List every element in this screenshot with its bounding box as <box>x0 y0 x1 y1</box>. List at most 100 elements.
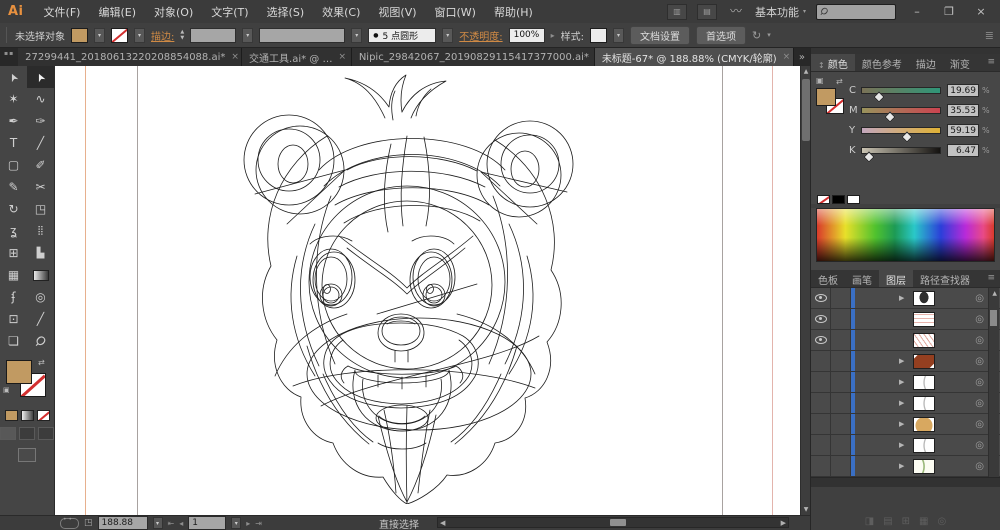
default-swatches-icon[interactable]: ▣ <box>816 76 824 85</box>
scissors-tool[interactable]: ✂ <box>27 176 54 198</box>
tab-pathfinder[interactable]: 路径查找器 <box>913 270 977 287</box>
black-value-field[interactable]: 6.47 <box>947 144 979 157</box>
none-swatch[interactable] <box>817 195 830 204</box>
expand-triangle-icon[interactable]: ▶ <box>899 462 911 470</box>
expand-triangle-icon[interactable]: ▶ <box>899 357 911 365</box>
line-segment-tool[interactable]: ╱ <box>27 132 54 154</box>
delete-layer-icon[interactable]: ▦ <box>919 516 928 527</box>
scroll-up-icon[interactable]: ▲ <box>992 290 997 297</box>
free-transform-tool[interactable]: ◳ <box>27 198 54 220</box>
expand-triangle-icon[interactable]: ▶ <box>899 441 911 449</box>
rotate-view-icon[interactable]: ↻ <box>752 29 761 42</box>
lock-cell[interactable] <box>831 309 851 329</box>
opacity-arrow-icon[interactable]: ▸ <box>551 31 555 40</box>
layer-target-icon[interactable]: ◎ <box>975 293 984 304</box>
slice-tool[interactable]: ╱ <box>27 308 54 330</box>
swap-colors-icon[interactable]: ⇄ <box>836 77 843 86</box>
lock-cell[interactable] <box>831 435 851 455</box>
last-artboard-icon[interactable]: ⇥ <box>255 519 262 528</box>
layer-thumbnail[interactable] <box>913 417 935 432</box>
layer-target-icon[interactable]: ◎ <box>975 440 984 451</box>
layer-row[interactable]: ▶ ◎ <box>811 393 1000 414</box>
slider-thumb[interactable] <box>864 151 875 162</box>
artboard-number-field[interactable]: 1 <box>188 516 226 530</box>
brush-definition-field[interactable]: ● 5 点圆形 <box>368 28 436 43</box>
workspace-switcher[interactable]: 基本功能 ▾ <box>755 4 806 20</box>
layer-thumbnail[interactable] <box>913 396 935 411</box>
layer-thumbnail[interactable] <box>913 375 935 390</box>
lock-cell[interactable] <box>831 393 851 413</box>
locate-object-icon[interactable]: ◎ <box>938 516 947 527</box>
first-artboard-icon[interactable]: ⇤ <box>168 519 175 528</box>
draw-inside-button[interactable] <box>38 427 54 440</box>
screen-mode-button[interactable] <box>18 448 36 462</box>
menu-view[interactable]: 视图(V) <box>369 4 425 20</box>
symbol-sprayer-tool[interactable]: ʓ <box>0 220 27 242</box>
fill-proxy-swatch[interactable] <box>816 88 836 106</box>
white-swatch[interactable] <box>847 195 860 204</box>
black-swatch[interactable] <box>832 195 845 204</box>
tab-brushes[interactable]: 画笔 <box>845 270 879 287</box>
none-mode-button[interactable] <box>37 410 50 421</box>
close-button[interactable]: × <box>970 5 992 18</box>
document-tab[interactable]: Nipic_29842067_20190829115417377000.ai* … <box>352 48 595 66</box>
arrange-documents-icon[interactable]: ▤ <box>697 4 717 20</box>
opacity-panel-link[interactable]: 不透明度: <box>459 28 502 43</box>
close-icon[interactable]: × <box>231 52 239 62</box>
tab-swatches[interactable]: 色板 <box>811 270 845 287</box>
visibility-toggle[interactable] <box>811 330 831 350</box>
cyan-value-field[interactable]: 19.69 <box>947 84 979 97</box>
zoom-level-field[interactable]: 188.88 <box>98 516 148 530</box>
rectangle-tool[interactable]: ▢ <box>0 154 27 176</box>
stroke-dropdown-icon[interactable]: ▾ <box>134 28 145 43</box>
visibility-toggle[interactable] <box>811 435 831 455</box>
layer-thumbnail[interactable] <box>913 354 935 369</box>
stroke-weight-stepper[interactable]: ▲▼ <box>180 30 184 41</box>
pencil-tool[interactable]: ✎ <box>0 176 27 198</box>
magenta-slider[interactable] <box>861 107 941 114</box>
gesture-icon[interactable]: 〰 <box>727 5 745 19</box>
status-options-button[interactable] <box>60 518 79 529</box>
stroke-weight-dropdown-icon[interactable]: ▾ <box>242 28 253 43</box>
search-input[interactable]: Ϙ <box>816 4 896 20</box>
new-sublayer-icon[interactable]: ▤ <box>883 516 892 527</box>
zoom-tool[interactable]: Ϙ <box>27 330 54 352</box>
tab-layers[interactable]: 图层 <box>879 270 913 287</box>
make-mask-icon[interactable]: ◨ <box>865 516 874 527</box>
app-logo[interactable]: Ai <box>0 4 35 19</box>
layer-thumbnail[interactable] <box>913 438 935 453</box>
layer-target-icon[interactable]: ◎ <box>975 356 984 367</box>
tab-gradient[interactable]: 渐变 <box>943 54 977 71</box>
layer-row[interactable]: ▶ ◎ <box>811 351 1000 372</box>
artboard-dropdown-icon[interactable]: ▾ <box>231 517 241 529</box>
menu-file[interactable]: 文件(F) <box>35 4 90 20</box>
menu-type[interactable]: 文字(T) <box>202 4 257 20</box>
lock-cell[interactable] <box>831 330 851 350</box>
layer-thumbnail[interactable] <box>913 459 935 474</box>
column-graph-tool[interactable]: ▙ <box>27 242 54 264</box>
layer-target-icon[interactable]: ◎ <box>975 314 984 325</box>
layer-thumbnail[interactable] <box>913 312 935 327</box>
layer-row[interactable]: ▶ ◎ <box>811 288 1000 309</box>
scrollbar-thumb[interactable] <box>610 519 626 526</box>
prev-artboard-icon[interactable]: ◂ <box>179 519 183 528</box>
paintbrush-tool[interactable]: ✐ <box>27 154 54 176</box>
color-spectrum-bar[interactable] <box>816 208 995 262</box>
minimize-button[interactable]: – <box>906 5 928 18</box>
tab-stroke[interactable]: 描边 <box>909 54 943 71</box>
menu-effect[interactable]: 效果(C) <box>313 4 369 20</box>
layer-row[interactable]: ▶ ◎ <box>811 435 1000 456</box>
layer-target-icon[interactable]: ◎ <box>975 461 984 472</box>
type-tool[interactable]: T <box>0 132 27 154</box>
visibility-toggle[interactable] <box>811 372 831 392</box>
yellow-value-field[interactable]: 59.19 <box>947 124 979 137</box>
lasso-tool[interactable]: ∿ <box>27 88 54 110</box>
vertical-scrollbar[interactable]: ▲ ▼ <box>800 66 810 515</box>
layer-target-icon[interactable]: ◎ <box>975 335 984 346</box>
expand-triangle-icon[interactable]: ▶ <box>899 294 911 302</box>
next-artboard-icon[interactable]: ▸ <box>246 519 250 528</box>
scroll-right-icon[interactable]: ▶ <box>781 519 786 528</box>
stroke-color-swatch[interactable] <box>111 28 128 43</box>
panel-menu-icon[interactable]: ≡ <box>987 54 1000 71</box>
mesh-tool[interactable]: ⊞ <box>0 242 27 264</box>
